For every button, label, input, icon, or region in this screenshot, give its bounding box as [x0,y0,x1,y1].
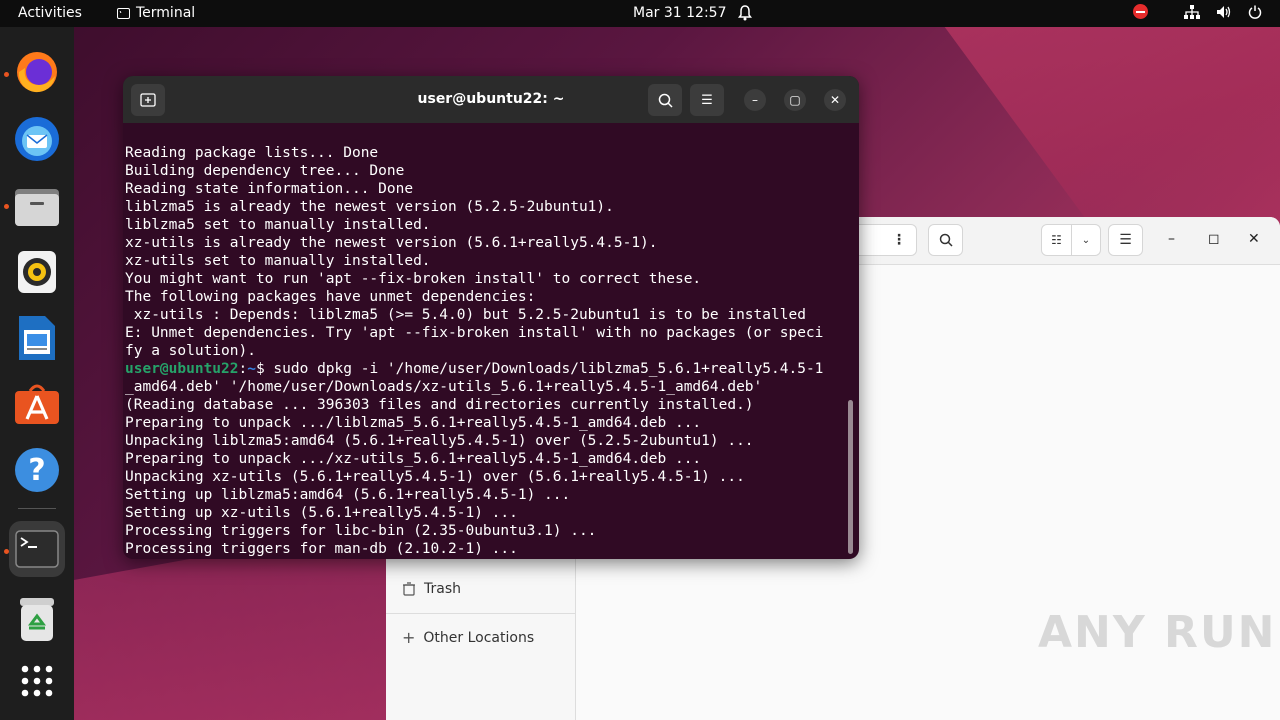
terminal-icon [15,530,59,568]
sidebar-item-label: Other Locations [423,629,535,646]
output-line: Reading package lists... Done [125,145,379,161]
watermark: ANY RUN [1038,607,1277,658]
firefox-launcher[interactable] [9,44,65,100]
maximize-button[interactable]: ◻ [1208,231,1220,247]
search-button[interactable] [648,84,682,116]
rhythmbox-icon [18,251,56,293]
prompt-user: user@ubuntu22 [125,361,239,377]
minimize-button[interactable]: – [744,89,766,111]
do-not-disturb-icon[interactable] [1133,4,1148,19]
prompt-line: user@ubuntu22:~$ sudo dpkg -i '/home/use… [125,360,847,378]
app-grid-icon [21,665,53,697]
output-line: xz-utils set to manually installed. [125,253,431,269]
firefox-icon [17,52,57,93]
output-line: Unpacking xz-utils (5.6.1+really5.4.5-1)… [125,469,745,485]
output-line: (Reading database ... 396303 files and d… [125,397,754,413]
output-line: Setting up liblzma5:amd64 (5.6.1+really5… [125,487,571,503]
output-line: fy a solution). [125,343,256,359]
dock: ? [0,27,74,720]
output-line: Preparing to unpack .../xz-utils_5.6.1+r… [125,451,702,467]
close-button[interactable]: ✕ [824,89,846,111]
sidebar-item-other-locations[interactable]: + Other Locations [402,628,534,647]
help-launcher[interactable]: ? [9,442,65,498]
rhythmbox-launcher[interactable] [9,244,65,300]
trash-launcher[interactable] [9,591,65,647]
prompt-separator: : [238,361,248,377]
app-center-launcher[interactable] [9,376,65,432]
output-line: xz-utils : Depends: liblzma5 (>= 5.4.0) … [125,307,806,323]
search-button[interactable] [928,224,963,256]
output-line: Unpacking liblzma5:amd64 (5.6.1+really5.… [125,433,754,449]
maximize-button[interactable]: ▢ [784,89,806,111]
output-line: _amd64.deb' '/home/user/Downloads/xz-uti… [125,379,763,395]
activities-button[interactable]: Activities [18,5,82,21]
close-button[interactable]: ✕ [1248,231,1260,247]
plus-icon: + [402,628,416,647]
terminal-headerbar: user@ubuntu22: ~ ☰ – ▢ ✕ [123,76,859,123]
app-center-icon [15,384,59,424]
clock[interactable]: Mar 31 12:57 [633,5,726,21]
svg-text:?: ? [28,453,45,488]
output-line: Processing triggers for man-db (2.10.2-1… [125,541,518,557]
trash-icon [403,582,415,596]
chevron-down-icon[interactable]: ⌄ [1072,235,1100,246]
volume-icon[interactable] [1216,5,1232,19]
app-menu[interactable]: Terminal [117,5,195,21]
search-icon [939,233,953,247]
scrollbar[interactable] [848,400,853,554]
more-options-icon[interactable]: ⋮ [892,232,906,248]
thunderbird-icon [15,117,59,161]
view-toggle[interactable]: ☷ ⌄ [1041,224,1101,256]
menu-button[interactable]: ☰ [690,84,724,116]
output-line: Reading state information... Done [125,181,414,197]
thunderbird-launcher[interactable] [9,111,65,167]
prompt-path: ~ [247,361,256,377]
files-icon [15,189,59,226]
hamburger-menu-icon: ☰ [1119,232,1132,248]
terminal-icon [117,7,130,19]
trash-icon [20,598,54,641]
output-line: The following packages have unmet depend… [125,289,536,305]
system-tray[interactable] [1133,4,1262,19]
hamburger-menu-icon: ☰ [701,92,713,108]
notification-bell-icon[interactable] [738,5,752,25]
wallpaper-shape [944,26,1280,226]
minimize-button[interactable]: – [1168,231,1175,247]
prompt-command: $ sudo dpkg -i '/home/user/Downloads/lib… [255,361,824,377]
power-icon[interactable] [1248,5,1262,19]
terminal-output[interactable]: Reading package lists... Done Building de… [125,126,847,558]
output-line: Building dependency tree... Done [125,163,405,179]
output-line: liblzma5 is already the newest version (… [125,199,614,215]
network-icon[interactable] [1184,4,1200,19]
output-line: Setting up xz-utils (5.6.1+really5.4.5-1… [125,505,518,521]
files-launcher[interactable] [9,178,65,234]
output-line: xz-utils is already the newest version (… [125,235,658,251]
output-line: Preparing to unpack .../liblzma5_5.6.1+r… [125,415,702,431]
sidebar-item-trash[interactable]: Trash [402,581,461,597]
document-writer-icon [19,316,55,360]
output-line: E: Unmet dependencies. Try 'apt --fix-br… [125,325,824,341]
sidebar-separator [386,613,575,614]
sidebar-item-label: Trash [424,581,461,597]
show-apps-button[interactable] [9,653,65,709]
terminal-window: user@ubuntu22: ~ ☰ – ▢ ✕ Reading package… [123,76,859,559]
output-line: liblzma5 set to manually installed. [125,217,431,233]
output-line: You might want to run 'apt --fix-broken … [125,271,702,287]
output-line: Processing triggers for libc-bin (2.35-0… [125,523,597,539]
menu-button[interactable]: ☰ [1108,224,1143,256]
app-menu-label: Terminal [136,5,196,21]
top-bar: Activities Terminal Mar 31 12:57 [0,0,1280,27]
search-icon [658,93,673,108]
writer-launcher[interactable] [9,310,65,366]
help-icon: ? [15,448,59,492]
terminal-launcher[interactable] [9,521,65,577]
dock-separator [18,508,56,509]
list-view-icon[interactable]: ☷ [1042,233,1071,247]
